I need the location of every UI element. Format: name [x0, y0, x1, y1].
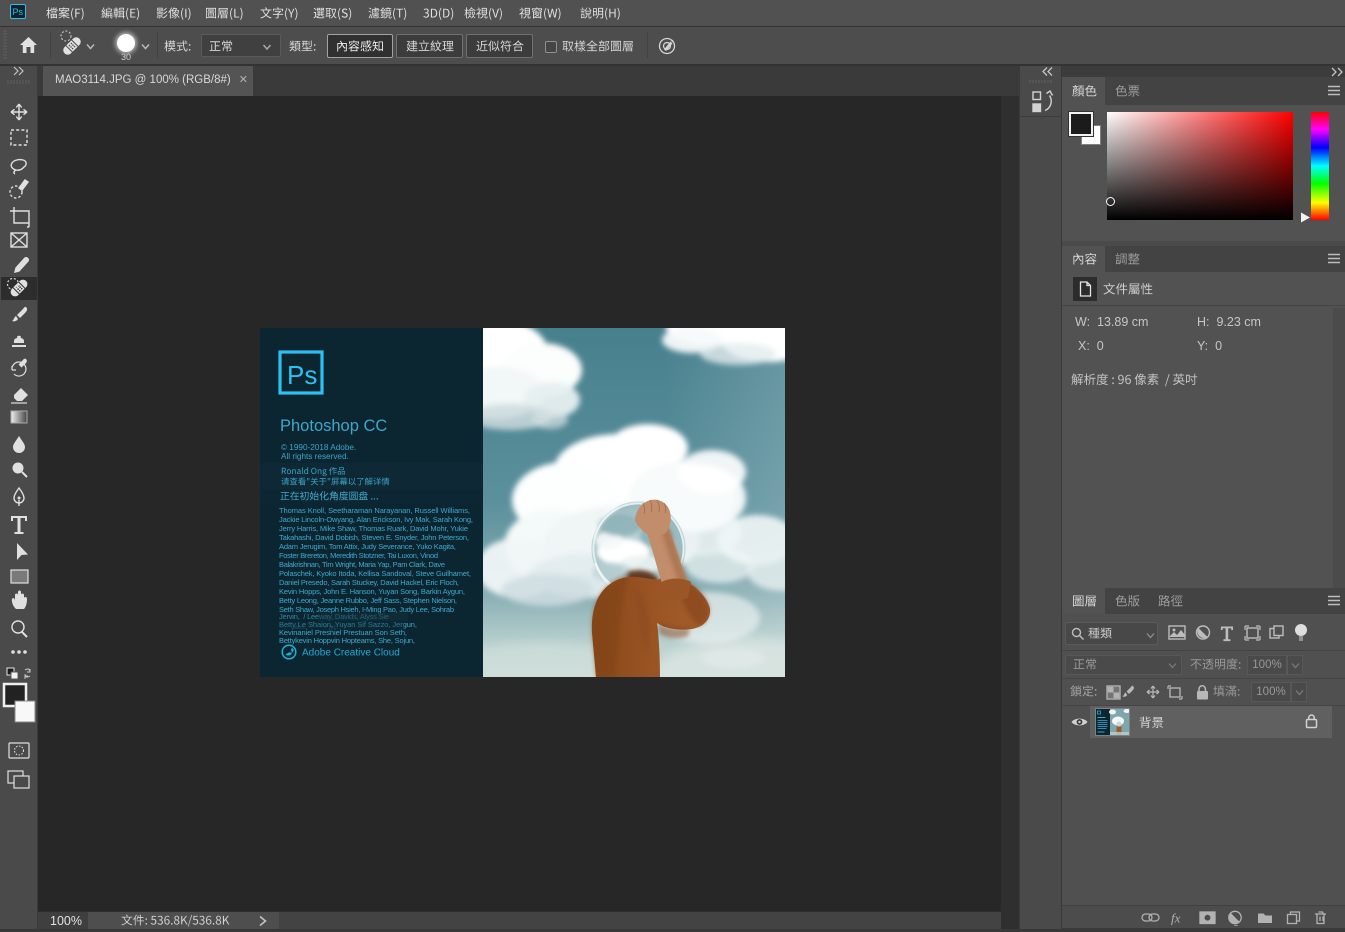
svg-text:© 1990-2018 Adobe.: © 1990-2018 Adobe.: [281, 443, 356, 452]
svg-text:Polaschek, Kyoko Itoda, Kellis: Polaschek, Kyoko Itoda, Kellisa Sandoval…: [279, 569, 471, 578]
svg-text:Takahashi, David Dobish, Steve: Takahashi, David Dobish, Steven E. Snyde…: [279, 533, 469, 542]
svg-text:Foster Brereton, Meredith Stot: Foster Brereton, Meredith Stotzner, Tai …: [279, 551, 438, 560]
svg-text:Balakrishnan, Tim Wright, Mari: Balakrishnan, Tim Wright, Maria Yap, Pam…: [279, 560, 445, 569]
svg-text:Kevin Hopps, John E. Hanson, Y: Kevin Hopps, John E. Hanson, Yuyan Song,…: [279, 587, 465, 596]
svg-text:Jackie Lincoln-Owyang, Alan Er: Jackie Lincoln-Owyang, Alan Erickson, Iv…: [279, 515, 473, 524]
svg-text:Jerry Harris, Mike Shaw, Thoma: Jerry Harris, Mike Shaw, Thomas Ruark, D…: [279, 524, 468, 533]
svg-text:Daniel Presedo, Sarah Stuckey,: Daniel Presedo, Sarah Stuckey, David Hac…: [279, 578, 459, 587]
svg-text:Ps: Ps: [287, 360, 317, 390]
svg-text:Betty Leong, Jeanne Rubbo, Jef: Betty Leong, Jeanne Rubbo, Jeff Sass, St…: [279, 596, 457, 605]
svg-text:Thomas Knoll, Seetharaman Nara: Thomas Knoll, Seetharaman Narayanan, Rus…: [279, 506, 470, 515]
svg-text:Adobe Creative Cloud: Adobe Creative Cloud: [302, 648, 400, 659]
svg-text:Ps: Ps: [13, 7, 24, 17]
svg-text:All rights reserved.: All rights reserved.: [281, 452, 349, 461]
svg-text:Adam Jerugim, Tom Attix, Judy: Adam Jerugim, Tom Attix, Judy Severance,…: [279, 542, 456, 551]
svg-text:Bettykevin Hoppvin Hopteams, S: Bettykevin Hoppvin Hopteams, She, Sojun,: [279, 636, 415, 645]
svg-text:Photoshop CC: Photoshop CC: [280, 417, 387, 435]
svg-text:fx: fx: [1171, 911, 1181, 926]
